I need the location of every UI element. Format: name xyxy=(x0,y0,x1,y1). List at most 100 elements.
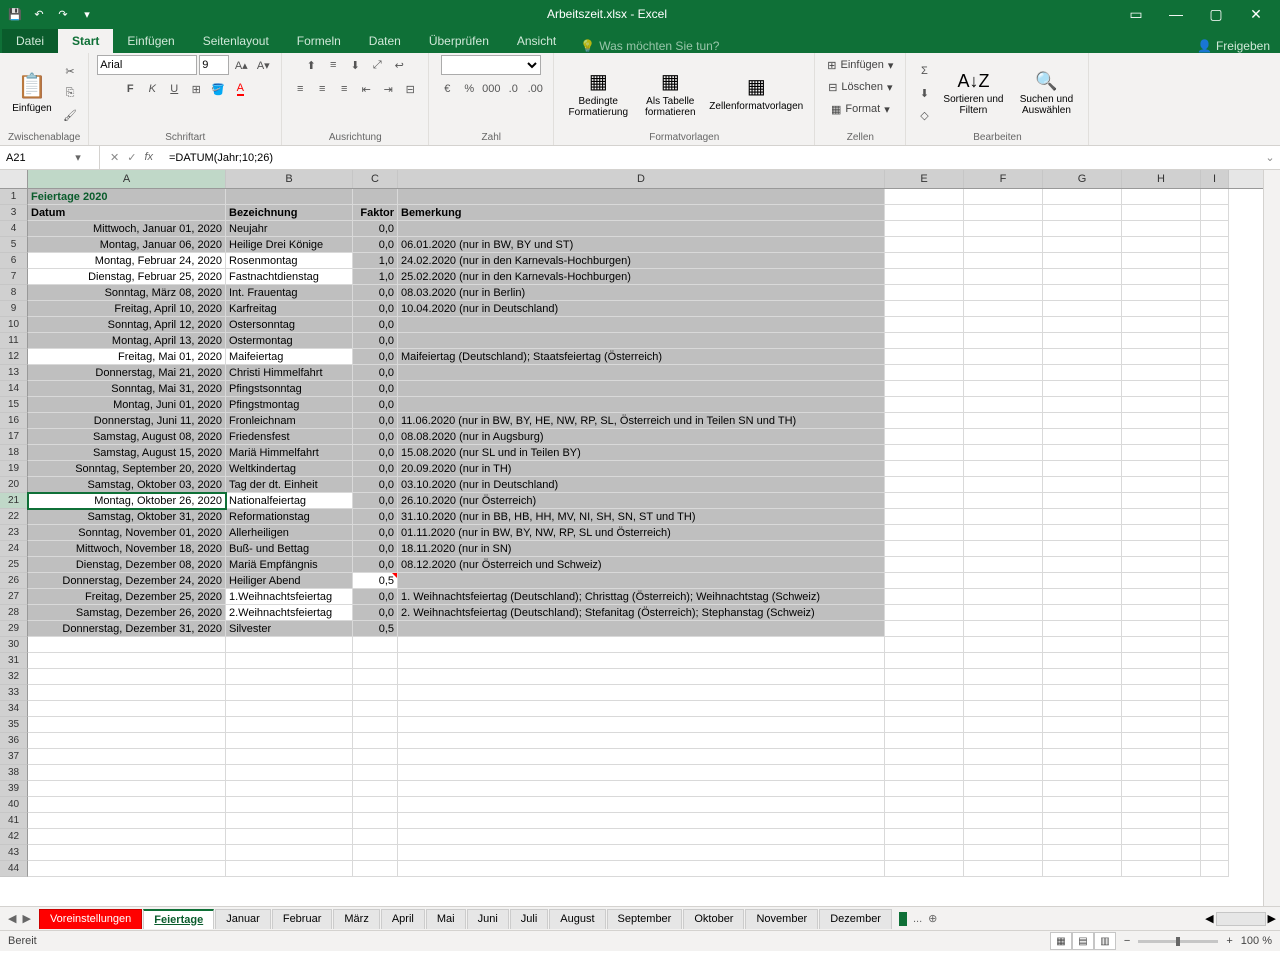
italic-button[interactable]: K xyxy=(142,79,162,99)
cell-A14[interactable]: Sonntag, Mai 31, 2020 xyxy=(28,381,226,397)
fill-color-button[interactable]: 🪣 xyxy=(208,79,228,99)
cell-A16[interactable]: Donnerstag, Juni 11, 2020 xyxy=(28,413,226,429)
row-header-23[interactable]: 23 xyxy=(0,525,28,541)
cell-D22[interactable]: 31.10.2020 (nur in BB, HB, HH, MV, NI, S… xyxy=(398,509,885,525)
cell-C29[interactable]: 0,5 xyxy=(353,621,398,637)
font-size-select[interactable] xyxy=(199,55,229,75)
cell-B12[interactable]: Maifeiertag xyxy=(226,349,353,365)
row-header-1[interactable]: 1 xyxy=(0,189,28,205)
row-header-37[interactable]: 37 xyxy=(0,749,28,765)
row-header-22[interactable]: 22 xyxy=(0,509,28,525)
tab-view[interactable]: Ansicht xyxy=(503,29,570,53)
decrease-font-icon[interactable]: A▾ xyxy=(253,55,273,75)
sheet-tab-märz[interactable]: März xyxy=(333,909,379,929)
cell-B6[interactable]: Rosenmontag xyxy=(226,253,353,269)
ribbon-options-icon[interactable]: ▭ xyxy=(1116,0,1156,28)
col-header-E[interactable]: E xyxy=(885,170,964,188)
save-icon[interactable]: 💾 xyxy=(4,3,26,25)
zoom-in-icon[interactable]: + xyxy=(1226,935,1232,947)
row-header-35[interactable]: 35 xyxy=(0,717,28,733)
zoom-level[interactable]: 100 % xyxy=(1241,935,1272,947)
col-header-A[interactable]: A xyxy=(28,170,226,188)
cell-D28[interactable]: 2. Weihnachtsfeiertag (Deutschland); Ste… xyxy=(398,605,885,621)
cell-A10[interactable]: Sonntag, April 12, 2020 xyxy=(28,317,226,333)
tab-layout[interactable]: Seitenlayout xyxy=(189,29,283,53)
tab-file[interactable]: Datei xyxy=(2,29,58,53)
cell-A13[interactable]: Donnerstag, Mai 21, 2020 xyxy=(28,365,226,381)
cell-A21[interactable]: Montag, Oktober 26, 2020 xyxy=(28,493,226,509)
wrap-text-icon[interactable]: ↩ xyxy=(389,55,409,75)
align-center-icon[interactable]: ≡ xyxy=(312,79,332,99)
cell-A8[interactable]: Sonntag, März 08, 2020 xyxy=(28,285,226,301)
cell-B17[interactable]: Friedensfest xyxy=(226,429,353,445)
row-header-8[interactable]: 8 xyxy=(0,285,28,301)
cell-B9[interactable]: Karfreitag xyxy=(226,301,353,317)
cell-D17[interactable]: 08.08.2020 (nur in Augsburg) xyxy=(398,429,885,445)
close-icon[interactable]: ✕ xyxy=(1236,0,1276,28)
currency-icon[interactable]: € xyxy=(437,79,457,99)
tell-me-search[interactable]: 💡Was möchten Sie tun? xyxy=(570,39,719,53)
find-select-button[interactable]: 🔍Suchen und Auswählen xyxy=(1012,60,1080,126)
percent-icon[interactable]: % xyxy=(459,79,479,99)
col-header-C[interactable]: C xyxy=(353,170,398,188)
cell-B28[interactable]: 2.Weihnachtsfeiertag xyxy=(226,605,353,621)
cell-D4[interactable] xyxy=(398,221,885,237)
sheet-tab-feiertage[interactable]: Feiertage xyxy=(143,909,214,929)
cell-B8[interactable]: Int. Frauentag xyxy=(226,285,353,301)
cell-C18[interactable]: 0,0 xyxy=(353,445,398,461)
row-header-14[interactable]: 14 xyxy=(0,381,28,397)
cell-A28[interactable]: Samstag, Dezember 26, 2020 xyxy=(28,605,226,621)
cell-C28[interactable]: 0,0 xyxy=(353,605,398,621)
formula-input[interactable] xyxy=(163,152,1260,164)
row-header-12[interactable]: 12 xyxy=(0,349,28,365)
border-button[interactable]: ⊞ xyxy=(186,79,206,99)
cell-C26[interactable]: 0,5 xyxy=(353,573,398,589)
increase-decimal-icon[interactable]: .0 xyxy=(503,79,523,99)
row-header-39[interactable]: 39 xyxy=(0,781,28,797)
cell-A17[interactable]: Samstag, August 08, 2020 xyxy=(28,429,226,445)
cell-B18[interactable]: Mariä Himmelfahrt xyxy=(226,445,353,461)
row-header-28[interactable]: 28 xyxy=(0,605,28,621)
decrease-decimal-icon[interactable]: .00 xyxy=(525,79,545,99)
vertical-scrollbar[interactable] xyxy=(1263,170,1280,906)
decrease-indent-icon[interactable]: ⇤ xyxy=(356,79,376,99)
sort-filter-button[interactable]: A↓ZSortieren und Filtern xyxy=(938,60,1008,126)
col-header-D[interactable]: D xyxy=(398,170,885,188)
cell-A4[interactable]: Mittwoch, Januar 01, 2020 xyxy=(28,221,226,237)
bold-button[interactable]: F xyxy=(120,79,140,99)
cell-B5[interactable]: Heilige Drei Könige xyxy=(226,237,353,253)
tab-data[interactable]: Daten xyxy=(355,29,415,53)
cell-B10[interactable]: Ostersonntag xyxy=(226,317,353,333)
cell-styles-button[interactable]: ▦Zellenformatvorlagen xyxy=(706,60,806,126)
cell-B20[interactable]: Tag der dt. Einheit xyxy=(226,477,353,493)
row-header-3[interactable]: 3 xyxy=(0,205,28,221)
cell-D23[interactable]: 01.11.2020 (nur in BW, BY, NW, RP, SL un… xyxy=(398,525,885,541)
col-header-I[interactable]: I xyxy=(1201,170,1229,188)
cell-A26[interactable]: Donnerstag, Dezember 24, 2020 xyxy=(28,573,226,589)
sheet-nav-prev-icon[interactable]: ◀ xyxy=(8,912,16,925)
cell-B11[interactable]: Ostermontag xyxy=(226,333,353,349)
cell-A15[interactable]: Montag, Juni 01, 2020 xyxy=(28,397,226,413)
cell-D9[interactable]: 10.04.2020 (nur in Deutschland) xyxy=(398,301,885,317)
row-header-34[interactable]: 34 xyxy=(0,701,28,717)
cell-D10[interactable] xyxy=(398,317,885,333)
paste-button[interactable]: 📋Einfügen xyxy=(8,60,56,126)
number-format-select[interactable] xyxy=(441,55,541,75)
row-header-40[interactable]: 40 xyxy=(0,797,28,813)
align-left-icon[interactable]: ≡ xyxy=(290,79,310,99)
cell-D14[interactable] xyxy=(398,381,885,397)
row-header-11[interactable]: 11 xyxy=(0,333,28,349)
cell-C24[interactable]: 0,0 xyxy=(353,541,398,557)
share-button[interactable]: 👤Freigeben xyxy=(1197,39,1270,53)
cell-A25[interactable]: Dienstag, Dezember 08, 2020 xyxy=(28,557,226,573)
row-header-25[interactable]: 25 xyxy=(0,557,28,573)
cell-C11[interactable]: 0,0 xyxy=(353,333,398,349)
cell-D6[interactable]: 24.02.2020 (nur in den Karnevals-Hochbur… xyxy=(398,253,885,269)
row-header-4[interactable]: 4 xyxy=(0,221,28,237)
sheet-tab-april[interactable]: April xyxy=(381,909,425,929)
row-header-15[interactable]: 15 xyxy=(0,397,28,413)
delete-cells-button[interactable]: ⊟ Löschen ▾ xyxy=(824,77,896,97)
cell-B14[interactable]: Pfingstsonntag xyxy=(226,381,353,397)
increase-font-icon[interactable]: A▴ xyxy=(231,55,251,75)
qat-customize-icon[interactable]: ▾ xyxy=(76,3,98,25)
